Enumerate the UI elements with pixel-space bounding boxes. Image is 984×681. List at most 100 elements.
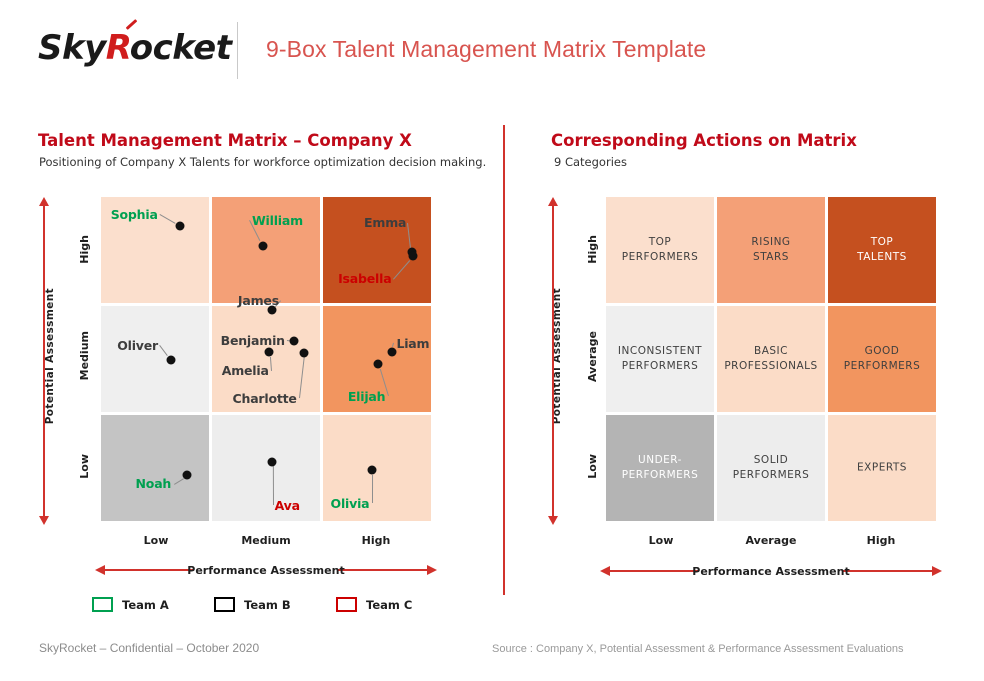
person-label: Amelia — [221, 363, 269, 379]
person-leader-line — [407, 222, 411, 248]
person-dot[interactable] — [166, 355, 176, 365]
legend-item-team-b[interactable]: Team B — [214, 597, 291, 612]
action-label-6: UNDER- PERFORMERS — [606, 453, 714, 483]
person-label: Isabella — [338, 271, 392, 287]
left-panel-title: Talent Management Matrix – Company X — [38, 131, 412, 150]
footer-source-text: Source : Company X, Potential Assessment… — [492, 643, 904, 655]
action-label-0: TOP PERFORMERS — [606, 235, 714, 265]
action-label-5: GOOD PERFORMERS — [828, 344, 936, 374]
person-dot[interactable] — [175, 221, 185, 231]
person-label: Sophia — [110, 206, 158, 222]
action-cell-basic-professionals[interactable]: BASIC PROFESSIONALS — [717, 306, 825, 412]
person-dot[interactable] — [289, 336, 299, 346]
person-leader-line — [159, 345, 169, 357]
person-dot[interactable] — [264, 347, 274, 357]
logo-text-sky: Sky — [38, 28, 106, 68]
right-x-axis-title: Performance Assessment — [692, 565, 850, 578]
matrix-cell-low-high[interactable]: Olivia — [323, 415, 431, 521]
matrix-cell-high-low[interactable]: Sophia — [101, 197, 209, 303]
person-leader-line — [173, 478, 184, 485]
right-y-axis-arrow — [552, 205, 554, 517]
talent-matrix[interactable]: Sophia William Emma Isabella Oliver James… — [101, 197, 431, 521]
matrix-cell-medium-high[interactable]: Liam Elijah — [323, 306, 431, 412]
person-dot[interactable] — [267, 457, 277, 467]
matrix-cell-high-high[interactable]: Emma Isabella — [323, 197, 431, 303]
person-label: Olivia — [330, 495, 370, 511]
person-dot[interactable] — [367, 465, 377, 475]
action-label-8-line1: EXPERTS — [857, 461, 907, 474]
page-header: SkyRocket 9-Box Talent Management Matrix… — [0, 0, 984, 100]
legend-label-team-b: Team B — [244, 597, 291, 612]
person-label: Noah — [135, 476, 172, 492]
legend-item-team-a[interactable]: Team A — [92, 597, 169, 612]
person-label: Emma — [364, 215, 407, 231]
action-label-7-line1: SOLID — [753, 453, 789, 466]
action-label-6-line1: UNDER- — [638, 453, 682, 466]
person-label: Ava — [274, 497, 300, 513]
person-label: Oliver — [117, 337, 158, 353]
left-y-tick-medium: Medium — [78, 331, 91, 381]
legend-item-team-c[interactable]: Team C — [336, 597, 412, 612]
left-x-axis-arrow-left — [104, 569, 194, 571]
person-dot[interactable] — [182, 470, 192, 480]
action-label-2: TOP TALENTS — [828, 235, 936, 265]
person-dot[interactable] — [258, 241, 268, 251]
action-cell-rising-stars[interactable]: RISING STARS — [717, 197, 825, 303]
legend-swatch-team-a — [92, 597, 113, 612]
matrix-cell-medium-low[interactable]: Oliver — [101, 306, 209, 412]
legend-label-team-c: Team C — [366, 597, 413, 612]
action-cell-inconsistent-performers[interactable]: INCONSISTENT PERFORMERS — [606, 306, 714, 412]
action-label-7: SOLID PERFORMERS — [717, 453, 825, 483]
action-label-0-line2: PERFORMERS — [621, 251, 699, 263]
person-dot[interactable] — [299, 348, 309, 358]
action-label-5-line2: PERFORMERS — [843, 360, 921, 372]
skyrocket-logo: SkyRocket — [38, 19, 232, 68]
action-cell-top-talents[interactable]: TOP TALENTS — [828, 197, 936, 303]
person-leader-line — [298, 357, 305, 399]
action-label-3-line2: PERFORMERS — [621, 360, 699, 372]
action-cell-good-performers[interactable]: GOOD PERFORMERS — [828, 306, 936, 412]
left-x-axis-title: Performance Assessment — [187, 564, 345, 577]
person-dot[interactable] — [387, 347, 397, 357]
action-label-5-line1: GOOD — [864, 344, 900, 357]
left-x-tick-medium: Medium — [241, 534, 291, 547]
action-label-1-line2: STARS — [753, 251, 789, 263]
action-label-3-line1: INCONSISTENT — [617, 344, 703, 357]
matrix-cell-low-low[interactable]: Noah — [101, 415, 209, 521]
logo-text-ocket: ocket — [129, 28, 232, 68]
left-x-tick-low: Low — [143, 534, 169, 547]
right-y-tick-average: Average — [586, 331, 599, 382]
actions-matrix[interactable]: TOP PERFORMERS RISING STARS TOP TALENTS INC… — [606, 197, 936, 521]
action-cell-solid-performers[interactable]: SOLID PERFORMERS — [717, 415, 825, 521]
person-dot[interactable] — [408, 251, 418, 261]
matrix-cell-medium-medium[interactable]: James Benjamin Amelia Charlotte — [212, 293, 320, 412]
person-leader-line — [393, 260, 411, 280]
person-label: Elijah — [347, 388, 386, 404]
person-dot[interactable] — [373, 359, 383, 369]
action-label-3: INCONSISTENT PERFORMERS — [606, 344, 714, 374]
matrix-cell-low-medium[interactable]: Ava — [212, 415, 320, 521]
team-legend: Team A Team B Team C — [92, 597, 442, 619]
legend-swatch-team-c — [336, 597, 357, 612]
right-x-tick-low: Low — [648, 534, 674, 547]
panel-divider — [503, 125, 505, 595]
left-x-tick-high: High — [361, 534, 391, 547]
action-label-2-line1: TOP — [870, 235, 894, 248]
action-label-7-line2: PERFORMERS — [732, 469, 810, 481]
action-label-8: EXPERTS — [828, 460, 936, 475]
left-y-tick-high: High — [78, 235, 91, 264]
page-title: 9-Box Talent Management Matrix Template — [266, 36, 707, 62]
action-cell-top-performers[interactable]: TOP PERFORMERS — [606, 197, 714, 303]
action-label-4-line1: BASIC — [754, 344, 788, 357]
action-cell-under-performers[interactable]: UNDER- PERFORMERS — [606, 415, 714, 521]
action-cell-experts[interactable]: EXPERTS — [828, 415, 936, 521]
action-label-6-line2: PERFORMERS — [621, 469, 699, 481]
action-label-2-line2: TALENTS — [857, 251, 907, 263]
right-x-axis-arrow-left — [609, 570, 699, 572]
person-leader-line — [272, 466, 274, 506]
person-leader-line — [371, 475, 373, 504]
right-panel-title: Corresponding Actions on Matrix — [551, 131, 857, 150]
right-y-tick-high: High — [586, 235, 599, 264]
footer-confidential-text: SkyRocket – Confidential – October 2020 — [39, 641, 260, 655]
matrix-cell-high-medium[interactable]: William — [212, 197, 320, 303]
